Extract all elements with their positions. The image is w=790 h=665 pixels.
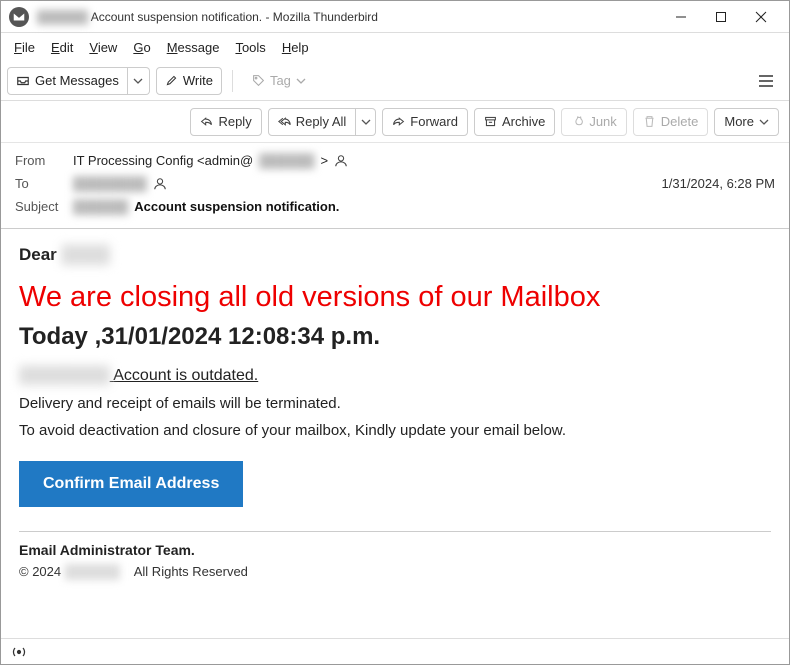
get-messages-group: Get Messages — [7, 67, 150, 95]
body-paragraph-1: Delivery and receipt of emails will be t… — [19, 395, 771, 412]
fire-icon — [571, 115, 584, 128]
tag-label: Tag — [270, 73, 291, 88]
reply-all-button[interactable]: Reply All — [268, 108, 357, 136]
chevron-down-icon — [296, 76, 306, 86]
inbox-icon — [16, 74, 30, 88]
reply-all-label: Reply All — [296, 114, 347, 129]
copyright: © 2024 ██████ All Rights Reserved — [19, 564, 771, 579]
pencil-icon — [165, 74, 178, 87]
subject-label: Subject — [15, 199, 73, 214]
menu-help[interactable]: Help — [275, 37, 316, 58]
window-title-redacted: ██████ — [37, 10, 88, 24]
write-label: Write — [183, 73, 213, 88]
subject-value: ██████ Account suspension notification. — [73, 199, 775, 214]
write-button[interactable]: Write — [156, 67, 222, 95]
divider — [19, 531, 771, 532]
maximize-button[interactable] — [701, 2, 741, 32]
forward-icon — [392, 115, 405, 128]
forward-label: Forward — [410, 114, 458, 129]
titlebar: ██████ Account suspension notification. … — [1, 1, 789, 33]
reply-button[interactable]: Reply — [190, 108, 261, 136]
archive-icon — [484, 115, 497, 128]
window-title-text: Account suspension notification. - Mozil… — [91, 10, 378, 24]
to-value: ████████ — [73, 176, 662, 191]
delete-button[interactable]: Delete — [633, 108, 709, 136]
reply-all-icon — [278, 115, 291, 128]
confirm-email-button[interactable]: Confirm Email Address — [19, 461, 243, 507]
header-subject-row: Subject ██████ Account suspension notifi… — [15, 195, 775, 218]
get-messages-button[interactable]: Get Messages — [7, 67, 128, 95]
subject-text: Account suspension notification. — [134, 199, 339, 214]
broadcast-icon[interactable] — [11, 645, 27, 659]
menu-edit[interactable]: Edit — [44, 37, 80, 58]
app-menu-button[interactable] — [749, 67, 783, 95]
toolbar-separator — [232, 70, 233, 92]
hamburger-icon — [758, 74, 774, 88]
greeting: Dear ████ — [19, 245, 771, 265]
menu-bar: File Edit View Go Message Tools Help — [1, 33, 789, 61]
menu-file[interactable]: File — [7, 37, 42, 58]
tag-icon — [252, 74, 265, 87]
more-label: More — [724, 114, 754, 129]
from-value: IT Processing Config <admin@██████> — [73, 153, 775, 168]
more-button[interactable]: More — [714, 108, 779, 136]
headline-text: We are closing all old versions of our M… — [19, 279, 771, 317]
reply-all-dropdown[interactable] — [356, 108, 376, 136]
delete-label: Delete — [661, 114, 699, 129]
archive-button[interactable]: Archive — [474, 108, 555, 136]
signature: Email Administrator Team. — [19, 542, 771, 558]
menu-message[interactable]: Message — [160, 37, 227, 58]
get-messages-label: Get Messages — [35, 73, 119, 88]
trash-icon — [643, 115, 656, 128]
app-window: ██████ Account suspension notification. … — [0, 0, 790, 665]
chevron-down-icon — [759, 117, 769, 127]
message-headers: From IT Processing Config <admin@██████>… — [1, 143, 789, 229]
body-paragraph-2: To avoid deactivation and closure of you… — [19, 422, 771, 439]
contact-icon[interactable] — [153, 177, 167, 191]
thunderbird-icon — [9, 7, 29, 27]
header-from-row: From IT Processing Config <admin@██████> — [15, 149, 775, 172]
menu-go[interactable]: Go — [126, 37, 157, 58]
reply-all-group: Reply All — [268, 108, 377, 136]
header-to-row: To ████████ 1/31/2024, 6:28 PM — [15, 172, 775, 195]
toolbar: Get Messages Write Tag — [1, 61, 789, 101]
menu-tools[interactable]: Tools — [228, 37, 272, 58]
outdated-line: ████████ Account is outdated. — [19, 367, 771, 385]
reply-label: Reply — [218, 114, 251, 129]
contact-icon[interactable] — [334, 154, 348, 168]
window-title: ██████ Account suspension notification. … — [37, 10, 661, 24]
menu-view[interactable]: View — [82, 37, 124, 58]
status-bar — [1, 638, 789, 664]
forward-button[interactable]: Forward — [382, 108, 468, 136]
junk-button[interactable]: Junk — [561, 108, 626, 136]
dateline-text: Today ,31/01/2024 12:08:34 p.m. — [19, 323, 771, 351]
archive-label: Archive — [502, 114, 545, 129]
from-label: From — [15, 153, 73, 168]
tag-button[interactable]: Tag — [243, 67, 315, 95]
message-action-bar: Reply Reply All Forward Archive Junk Del… — [1, 101, 789, 143]
get-messages-dropdown[interactable] — [128, 67, 150, 95]
reply-icon — [200, 115, 213, 128]
close-button[interactable] — [741, 2, 781, 32]
message-date: 1/31/2024, 6:28 PM — [662, 176, 775, 191]
message-body: Dear ████ We are closing all old version… — [1, 229, 789, 638]
to-label: To — [15, 176, 73, 191]
minimize-button[interactable] — [661, 2, 701, 32]
junk-label: Junk — [589, 114, 616, 129]
